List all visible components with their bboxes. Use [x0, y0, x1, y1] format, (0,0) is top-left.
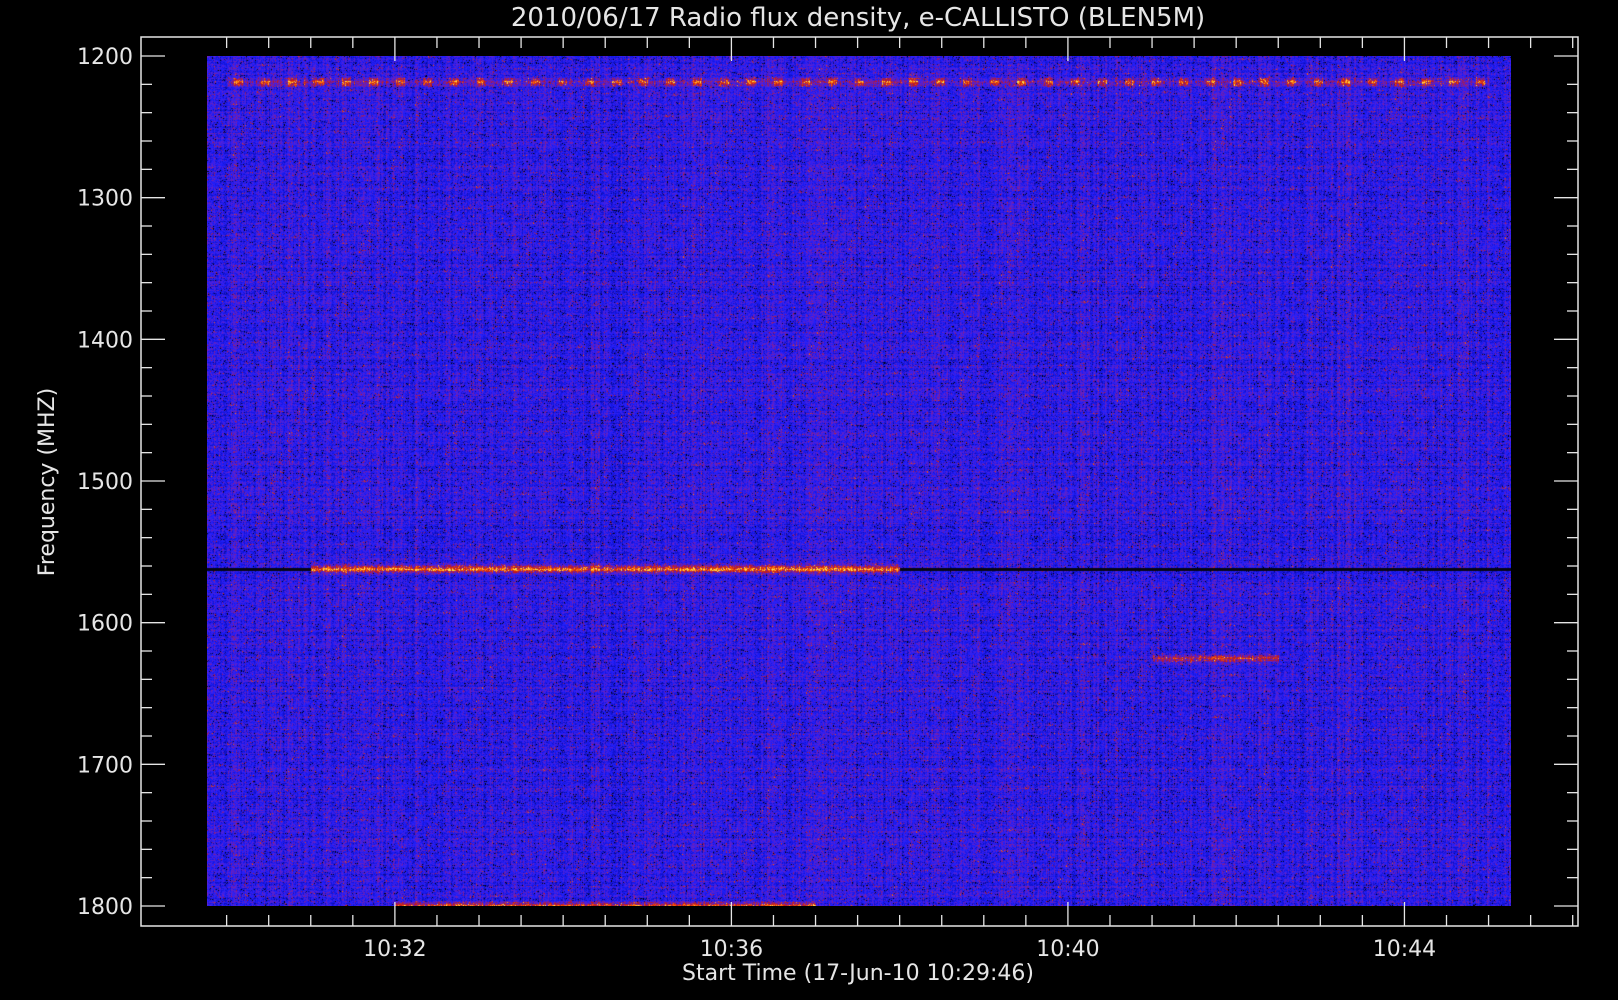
- x-tick-label: 10:32: [363, 937, 426, 962]
- y-tick-label: 1800: [77, 895, 133, 920]
- y-tick-label: 1500: [77, 470, 133, 495]
- y-tick-label: 1400: [77, 328, 133, 353]
- y-tick-label: 1300: [77, 187, 133, 212]
- y-tick-label: 1700: [77, 753, 133, 778]
- x-tick-label: 10:40: [1036, 937, 1099, 962]
- heatmap-image: [207, 56, 1511, 906]
- y-axis-label: Frequency (MHZ): [35, 388, 60, 576]
- x-axis-label: Start Time (17-Jun-10 10:29:46): [682, 961, 1034, 986]
- y-tick-label: 1200: [77, 45, 133, 70]
- y-tick-label: 1600: [77, 612, 133, 637]
- chart-title: 2010/06/17 Radio flux density, e-CALLIST…: [511, 3, 1205, 33]
- spectrogram-chart: 2010/06/17 Radio flux density, e-CALLIST…: [0, 0, 1618, 1000]
- x-tick-label: 10:36: [700, 937, 763, 962]
- x-tick-label: 10:44: [1373, 937, 1436, 962]
